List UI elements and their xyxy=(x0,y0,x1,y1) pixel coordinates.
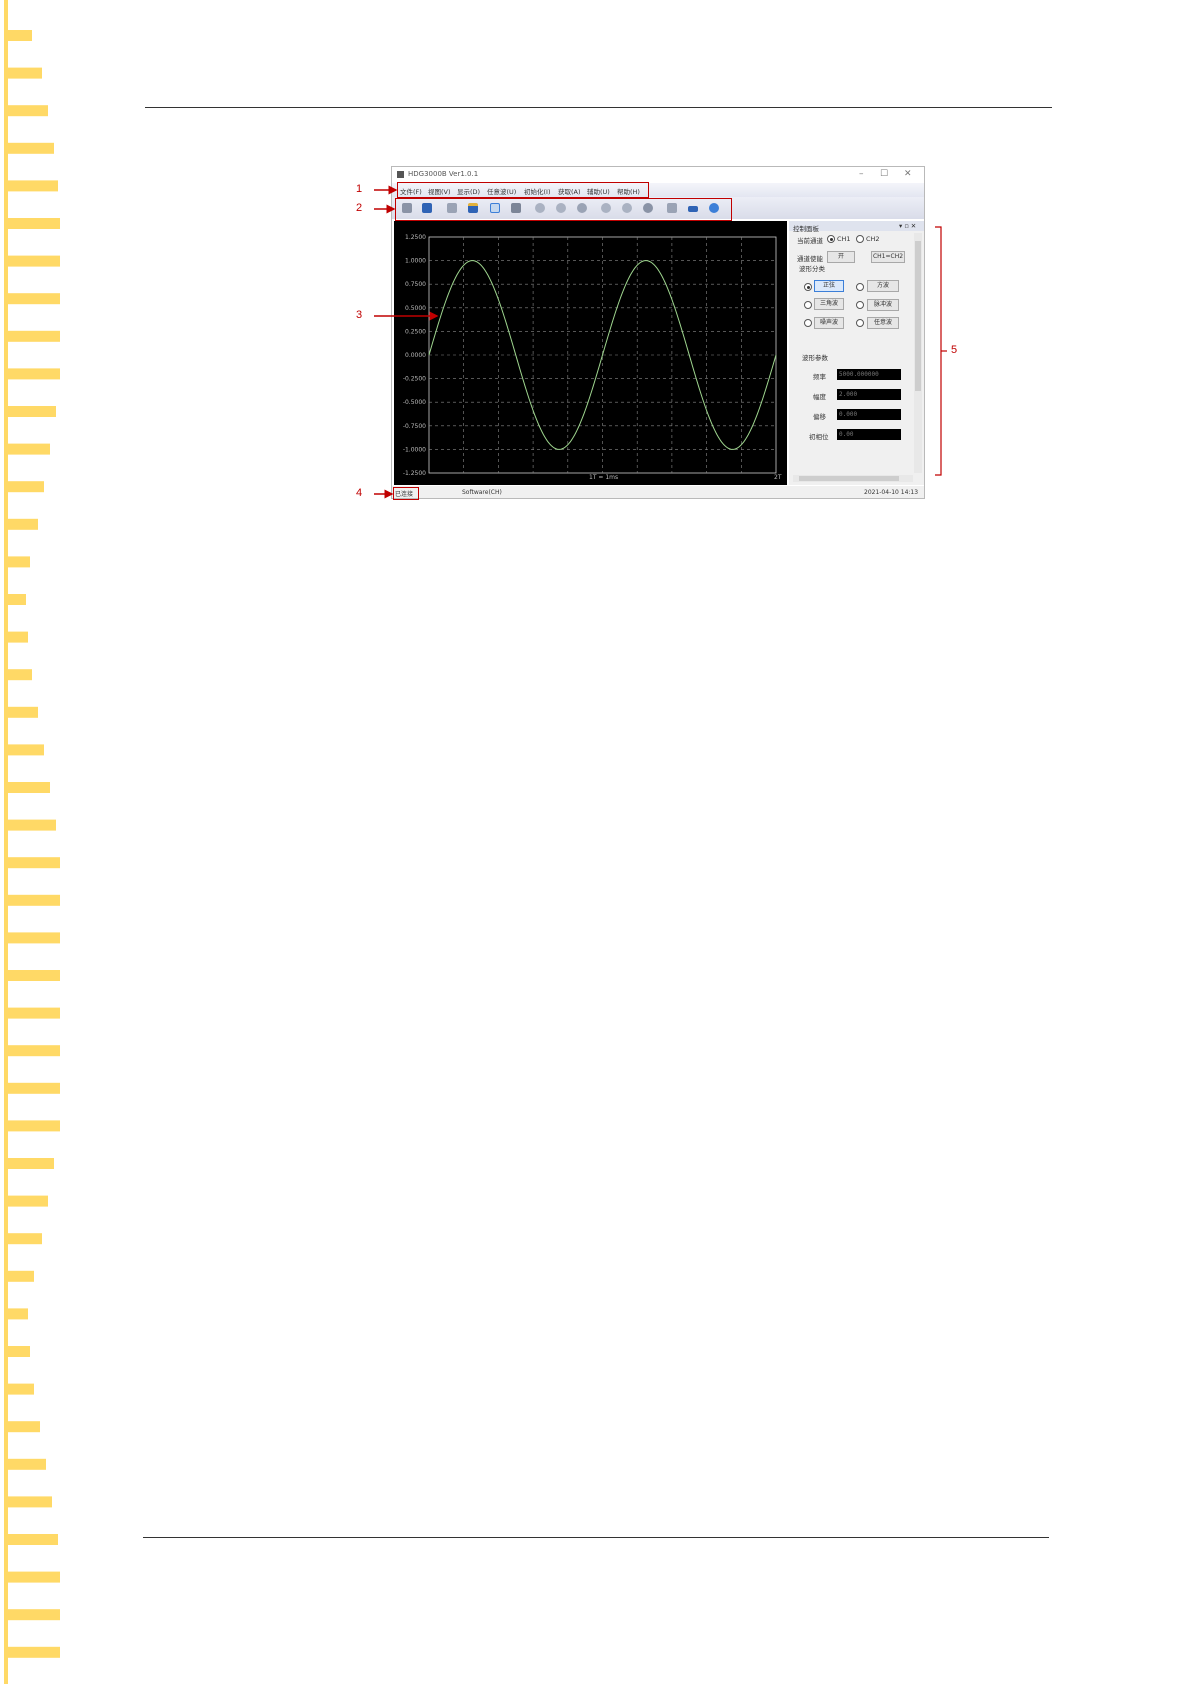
callout-3: 3 xyxy=(356,309,363,321)
callout-arrows xyxy=(374,185,947,499)
callout-2: 2 xyxy=(356,202,363,214)
callout-1: 1 xyxy=(356,183,363,195)
callout-5: 5 xyxy=(951,344,958,356)
callout-4: 4 xyxy=(356,487,363,499)
